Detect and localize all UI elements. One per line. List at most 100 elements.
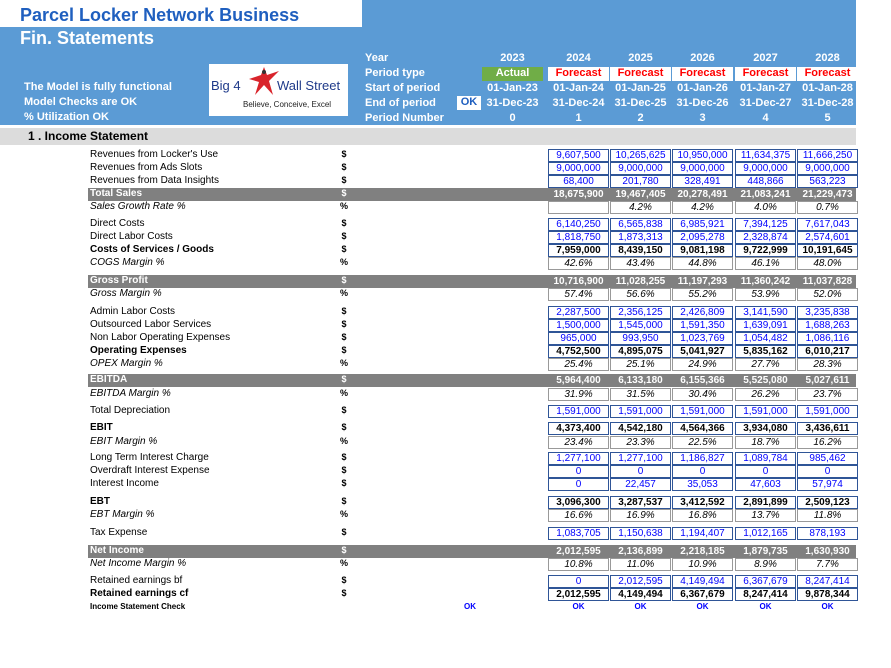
table-cell: 6,367,679 [672,588,733,601]
table-cell: 43.4% [610,257,671,270]
table-cell: 4,149,494 [610,588,671,601]
row-unit: $ [341,275,347,285]
table-cell: 8.9% [735,558,796,571]
table-cell: 16.9% [610,509,671,522]
row-label: Gross Profit [90,275,148,286]
table-cell: 4,373,400 [548,422,609,435]
table-cell: 9,081,198 [672,244,733,257]
table-cell: 16.2% [797,436,858,449]
table-cell: 1,639,091 [735,319,796,332]
table-cell: 47,603 [735,478,796,491]
table-cell: 8,247,414 [797,575,858,588]
header-starts-2: 01-Jan-25 [615,82,666,94]
table-cell: 9,000,000 [548,162,609,175]
header-ends-1: 31-Dec-24 [552,97,605,109]
table-cell: 3,412,592 [672,496,733,509]
row-unit: $ [341,244,347,254]
ok-badge: OK [457,96,481,110]
row-label: Direct Labor Costs [90,231,173,242]
table-cell: 7,394,125 [735,218,796,231]
table-cell: 46.1% [735,257,796,270]
table-cell: OK [572,602,585,611]
table-cell: 26.2% [735,388,796,401]
table-cell: 9,878,344 [797,588,858,601]
table-cell: 9,722,999 [735,244,796,257]
table-cell: 3,235,838 [797,306,858,319]
table-cell: 16.6% [548,509,609,522]
table-cell: 5,027,611 [805,375,850,386]
row-label: EBITDA Margin % [90,388,171,399]
table-cell: 9,607,500 [548,149,609,162]
row-unit: $ [341,545,347,555]
table-cell: 563,223 [797,175,858,188]
table-cell: 23.4% [548,436,609,449]
header-period-numbers-4: 4 [762,112,769,124]
header-period-types-4: Forecast [735,67,796,81]
table-cell: 4,752,500 [548,345,609,358]
table-cell: 1,879,735 [743,546,788,557]
table-cell: 8,247,414 [735,588,796,601]
table-cell: 985,462 [797,452,858,465]
header-starts-0: 01-Jan-23 [487,82,538,94]
table-cell: 2,012,595 [548,588,609,601]
table-cell: 11,197,293 [677,276,728,287]
table-cell: 57.4% [548,288,609,301]
table-cell: 10,950,000 [672,149,733,162]
table-cell: 2,287,500 [548,306,609,319]
table-cell: 1,591,350 [672,319,733,332]
table-cell: 965,000 [548,332,609,345]
table-cell: 3,436,611 [797,422,858,435]
row-label: Sales Growth Rate % [90,201,186,212]
header-starts-5: 01-Jan-28 [802,82,853,94]
header-starts-4: 01-Jan-27 [740,82,791,94]
table-cell: 1,089,784 [735,452,796,465]
table-cell: 0 [672,465,733,478]
table-cell: 1,545,000 [610,319,671,332]
table-cell: 28.3% [797,358,858,371]
table-cell: 1,591,000 [610,405,671,418]
row-unit: $ [341,306,347,316]
table-cell: 1,150,638 [610,527,671,540]
table-cell: 7,959,000 [548,244,609,257]
table-cell: 68,400 [548,175,609,188]
table-cell: 0 [797,465,858,478]
table-cell: 10.8% [548,558,609,571]
table-cell: 1,630,930 [805,546,850,557]
table-cell: 2,509,123 [797,496,858,509]
table-cell: 6,133,180 [618,375,663,386]
header-years-0: 2023 [500,52,525,64]
table-cell: 4.2% [610,201,671,214]
table-cell: 9,000,000 [797,162,858,175]
row-label: Retained earnings cf [90,588,189,599]
row-label: Operating Expenses [90,345,187,356]
table-cell: 44.8% [672,257,733,270]
header-years-5: 2028 [815,52,840,64]
row-unit: $ [341,218,347,228]
table-cell: OK [821,602,834,611]
row-unit: $ [341,162,347,172]
table-cell: 2,426,809 [672,306,733,319]
table-cell: 53.9% [735,288,796,301]
row-unit: % [339,558,348,568]
header-ends-0: 31-Dec-23 [486,97,539,109]
table-cell: 4.2% [672,201,733,214]
header-ends-3: 31-Dec-26 [676,97,729,109]
table-cell: 2,891,899 [735,496,796,509]
table-cell: 4.0% [735,201,796,214]
table-cell: 5,525,080 [743,375,788,386]
header-label-period-number: Period Number [365,112,444,124]
logo-text-right: Wall Street [277,78,341,93]
table-cell: 11,634,375 [735,149,796,162]
table-cell: 10,716,900 [553,276,604,287]
table-cell: 13.7% [735,509,796,522]
table-cell: 1,194,407 [672,527,733,540]
table-cell: 19,467,405 [615,189,666,200]
header-period-types-1: Forecast [548,67,609,81]
header-period-numbers-2: 2 [637,112,644,124]
table-cell: 6,140,250 [548,218,609,231]
table-cell: 31.5% [610,388,671,401]
row-label: Net Income [90,545,144,556]
table-cell: 1,023,769 [672,332,733,345]
table-cell: 25.1% [610,358,671,371]
row-label: Revenues from Locker's Use [90,149,219,160]
